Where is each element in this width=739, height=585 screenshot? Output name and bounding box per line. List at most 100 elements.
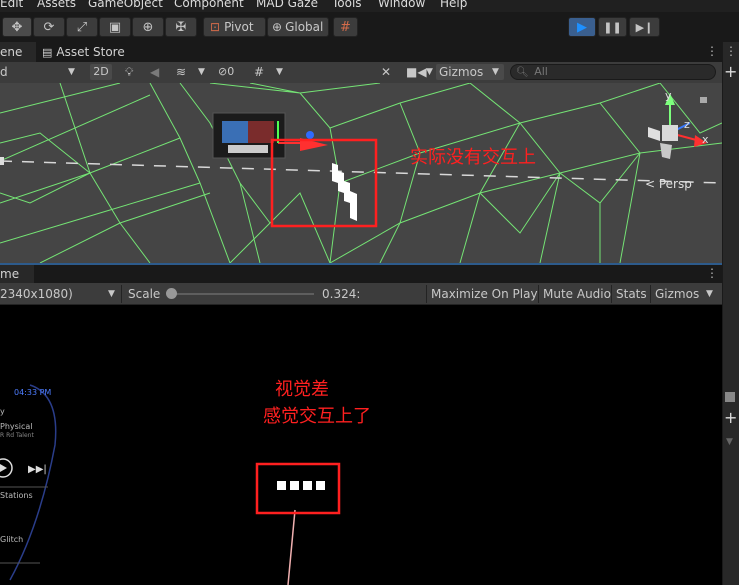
stats-toggle[interactable]: Stats xyxy=(616,286,647,302)
menu-help[interactable]: Help xyxy=(440,0,467,10)
divider xyxy=(650,285,651,303)
rect-icon: ▣ xyxy=(108,19,122,35)
scale-tool-button[interactable]: ⤢ xyxy=(66,17,98,37)
wrench-icon: ✠ xyxy=(175,19,187,35)
tab-scene[interactable]: ene xyxy=(0,42,36,62)
persp-label[interactable]: < Persp xyxy=(645,177,692,191)
move-tool-button[interactable]: ✥ xyxy=(2,17,32,37)
pivot-label: Pivot xyxy=(224,20,254,34)
game-annotation-line1: 视觉差 xyxy=(275,379,329,400)
folder-icon[interactable] xyxy=(725,392,735,402)
chevron-down-icon: ▼ xyxy=(492,67,499,77)
global-label: Global xyxy=(285,20,324,34)
game-annotation-line2: 感觉交互上了 xyxy=(263,406,371,427)
tab-game[interactable]: me xyxy=(0,265,34,283)
tab-asset-store-label: Asset Store xyxy=(56,45,125,59)
gizmos-dropdown[interactable]: Gizmos xyxy=(655,286,699,302)
grid-snap-button[interactable]: # xyxy=(333,17,358,37)
scene-tab-bar: ene ▤ Asset Store ⋮ xyxy=(0,42,739,62)
game-tab-bar: me ⋮ xyxy=(0,263,722,283)
gizmos-label: Gizmos xyxy=(439,65,484,79)
menu-mad-gaze[interactable]: MAD Gaze xyxy=(256,0,318,10)
effects-chevron-down-icon[interactable]: ▼ xyxy=(198,64,205,80)
right-dock-strip: ⋮ + + ▼ xyxy=(722,42,739,585)
divider xyxy=(426,285,427,303)
menu-window[interactable]: Window xyxy=(378,0,425,10)
hud-line: y xyxy=(0,407,5,416)
tools-icon[interactable]: ✕ xyxy=(381,64,391,80)
effects-icon[interactable]: ≋ xyxy=(176,64,186,80)
scale-value: 0.324: xyxy=(322,287,361,301)
divider xyxy=(538,285,539,303)
grid-chevron-down-icon[interactable]: ▼ xyxy=(276,64,283,80)
2d-toggle[interactable]: 2D xyxy=(90,64,112,80)
search-input[interactable]: 🔍︎ All xyxy=(510,64,716,80)
game-render: ▶▶| xyxy=(0,384,341,585)
divider xyxy=(121,285,122,303)
scene-annotation: 实际没有交互上 xyxy=(410,147,536,168)
camera-chevron-down-icon[interactable]: ▼ xyxy=(426,64,433,80)
menu-edit[interactable]: Edit xyxy=(0,0,23,10)
audio-toggle-icon[interactable]: ◀︎ xyxy=(150,64,159,80)
transform-icon: ⊕ xyxy=(142,19,154,35)
pivot-toggle[interactable]: ⊡ Pivot xyxy=(203,17,266,37)
options-icon[interactable]: ⋮ xyxy=(725,44,737,58)
scene-wireframe: y z x xyxy=(0,83,722,263)
rotate-icon: ⟳ xyxy=(43,19,55,35)
asset-store-icon: ▤ xyxy=(42,46,53,59)
transform-tool-button[interactable]: ⊕ xyxy=(132,17,164,37)
scale-slider[interactable] xyxy=(168,293,314,295)
chevron-down-icon: ▼ xyxy=(68,67,75,77)
add-icon[interactable]: + xyxy=(724,408,737,427)
tab-options-icon[interactable]: ⋮ xyxy=(706,44,718,58)
tab-options-icon[interactable]: ⋮ xyxy=(706,266,718,280)
camera-icon[interactable]: ■◀︎ xyxy=(406,64,427,80)
grid-snap-icon: # xyxy=(340,19,351,35)
pivot-icon: ⊡ xyxy=(210,20,221,34)
scale-icon: ⤢ xyxy=(76,19,88,35)
chevron-down-icon[interactable]: ▼ xyxy=(726,437,733,447)
menu-assets[interactable]: Assets xyxy=(37,0,76,10)
maximize-on-play-toggle[interactable]: Maximize On Play xyxy=(431,286,538,302)
gizmos-dropdown[interactable]: Gizmos ▼ xyxy=(436,64,504,80)
global-toggle[interactable]: ⊕ Global xyxy=(267,17,329,37)
shading-mode-dropdown[interactable]: d ▼ xyxy=(0,64,80,80)
resolution-value: 2340x1080) xyxy=(0,287,73,301)
grid-icon[interactable]: # xyxy=(254,64,264,80)
lighting-toggle-icon[interactable]: 💡︎ xyxy=(125,64,133,80)
main-toolbar: ✥ ⟳ ⤢ ▣ ⊕ ✠ ⊡ Pivot ⊕ Global # ▶ ❚❚ ▶❙ xyxy=(0,12,739,42)
scene-view[interactable]: y z x 实际没有交互上 < Persp xyxy=(0,83,722,263)
menu-component[interactable]: Component xyxy=(174,0,244,10)
step-button[interactable]: ▶❙ xyxy=(629,17,660,37)
rotate-tool-button[interactable]: ⟳ xyxy=(33,17,65,37)
hud-time: 04:33 PM xyxy=(14,388,52,397)
svg-text:x: x xyxy=(702,133,709,146)
search-icon: 🔍︎ xyxy=(516,67,529,78)
pause-icon: ❚❚ xyxy=(603,20,622,34)
add-icon[interactable]: + xyxy=(724,62,737,81)
menu-gameobject[interactable]: GameObject xyxy=(88,0,163,10)
tab-game-label: me xyxy=(0,267,20,281)
play-button[interactable]: ▶ xyxy=(568,17,596,37)
menu-bar: Edit Assets GameObject Component MAD Gaz… xyxy=(0,0,739,12)
pause-button[interactable]: ❚❚ xyxy=(598,17,627,37)
mute-audio-toggle[interactable]: Mute Audio xyxy=(543,286,611,302)
hidden-objects-icon[interactable]: ⊘0 xyxy=(218,64,234,80)
hud-line: Glitch xyxy=(0,535,24,544)
chevron-down-icon: ▼ xyxy=(108,289,115,299)
game-view[interactable]: ▶▶| 04:33 PM y Physical R Rd Talent Stat… xyxy=(0,305,722,585)
play-icon: ▶ xyxy=(577,19,587,35)
rect-tool-button[interactable]: ▣ xyxy=(99,17,131,37)
scale-slider-handle[interactable] xyxy=(166,288,177,299)
custom-tool-button[interactable]: ✠ xyxy=(165,17,197,37)
menu-tools[interactable]: Tools xyxy=(332,0,362,10)
hud-line: Physical xyxy=(0,422,33,431)
resolution-dropdown[interactable]: 2340x1080) ▼ xyxy=(0,286,120,302)
svg-text:▶▶|: ▶▶| xyxy=(28,464,47,475)
hud-line: R Rd Talent xyxy=(0,432,34,439)
step-icon: ▶❙ xyxy=(635,20,654,34)
chevron-down-icon[interactable]: ▼ xyxy=(706,286,713,302)
globe-icon: ⊕ xyxy=(272,20,283,34)
2d-label: 2D xyxy=(93,65,109,78)
tab-asset-store[interactable]: ▤ Asset Store xyxy=(42,42,138,62)
